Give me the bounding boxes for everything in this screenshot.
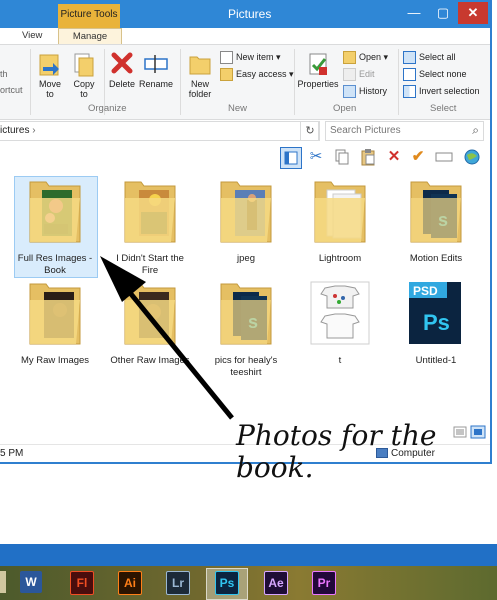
annotation-text: Photos for the book. <box>236 420 436 484</box>
annotation-line-1: Photos for the <box>236 419 437 452</box>
annotation-line-2: book. <box>236 451 314 484</box>
annotation-arrow <box>100 256 234 420</box>
